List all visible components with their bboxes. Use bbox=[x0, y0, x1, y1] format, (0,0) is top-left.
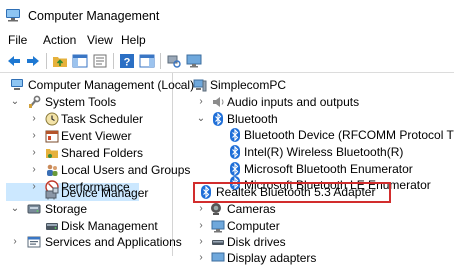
computer-icon bbox=[211, 219, 225, 233]
chevron-right-icon[interactable]: › bbox=[196, 93, 206, 111]
scan-hardware-icon[interactable] bbox=[166, 53, 182, 69]
chevron-right-icon[interactable]: › bbox=[196, 249, 206, 267]
chevron-down-icon[interactable]: ⌄ bbox=[177, 76, 187, 94]
device-category-display-adapters[interactable]: › Display adapters bbox=[173, 249, 454, 267]
clock-icon bbox=[45, 112, 59, 126]
tree-item-services-applications[interactable]: › Services and Applications bbox=[0, 233, 181, 251]
tree-item-label: Event Viewer bbox=[61, 129, 132, 143]
tree-item-local-users[interactable]: › Local Users and Groups bbox=[0, 161, 190, 179]
toolbar-separator bbox=[113, 53, 114, 69]
device-node-computer[interactable]: ⌄ SimplecomPC bbox=[173, 76, 454, 94]
tree-item-label: Shared Folders bbox=[61, 146, 144, 160]
display-adapter-icon bbox=[211, 251, 225, 265]
toolbar-separator bbox=[46, 53, 47, 69]
show-hide-tree-icon[interactable] bbox=[72, 53, 88, 69]
chevron-down-icon[interactable]: ⌄ bbox=[10, 200, 20, 218]
device-item-label: Intel(R) Wireless Bluetooth(R) bbox=[244, 145, 404, 159]
help-icon[interactable]: ? bbox=[119, 53, 135, 69]
services-icon bbox=[27, 235, 41, 249]
chevron-right-icon[interactable]: › bbox=[29, 161, 39, 179]
tree-item-label: Computer Management (Local) bbox=[28, 78, 195, 92]
svg-text:?: ? bbox=[124, 57, 131, 69]
toolbar-separator bbox=[160, 53, 161, 69]
users-icon bbox=[45, 163, 59, 177]
computer-management-icon bbox=[10, 78, 24, 92]
menu-bar: File Action View Help bbox=[0, 30, 454, 50]
tree-item-shared-folders[interactable]: › Shared Folders bbox=[0, 144, 172, 162]
highlight-box bbox=[193, 182, 391, 203]
device-category-label: Audio inputs and outputs bbox=[227, 95, 360, 109]
tree-item-label: Local Users and Groups bbox=[61, 163, 191, 177]
chevron-right-icon[interactable]: › bbox=[29, 127, 39, 145]
device-item-intel-bluetooth[interactable]: Intel(R) Wireless Bluetooth(R) bbox=[173, 143, 454, 161]
disk-management-icon bbox=[45, 219, 59, 233]
tree-item-event-viewer[interactable]: › Event Viewer bbox=[0, 127, 172, 145]
bluetooth-icon bbox=[211, 112, 225, 126]
back-arrow-icon[interactable] bbox=[6, 53, 22, 69]
tools-icon bbox=[27, 95, 41, 109]
menu-action[interactable]: Action bbox=[43, 33, 76, 47]
speaker-icon bbox=[211, 95, 225, 109]
toolbar: ? bbox=[0, 50, 454, 72]
chevron-right-icon[interactable]: › bbox=[29, 110, 39, 128]
monitor-icon[interactable] bbox=[186, 53, 202, 69]
toolbar-divider bbox=[0, 72, 454, 73]
menu-file[interactable]: File bbox=[8, 33, 27, 47]
tree-item-label: Services and Applications bbox=[45, 235, 182, 249]
device-item-rfcomm[interactable]: Bluetooth Device (RFCOMM Protocol TDI) bbox=[173, 126, 454, 144]
tree-item-label: System Tools bbox=[45, 95, 117, 109]
menu-view[interactable]: View bbox=[87, 33, 113, 47]
properties-icon[interactable] bbox=[92, 53, 108, 69]
tree-item-label: Storage bbox=[45, 202, 88, 216]
camera-icon bbox=[209, 202, 223, 216]
device-node-label: SimplecomPC bbox=[210, 78, 287, 92]
chevron-down-icon[interactable]: ⌄ bbox=[10, 93, 20, 111]
device-manager-icon bbox=[45, 186, 59, 200]
device-item-label: Bluetooth Device (RFCOMM Protocol TDI) bbox=[244, 128, 454, 142]
up-folder-icon[interactable] bbox=[52, 53, 68, 69]
tree-item-label: Task Scheduler bbox=[61, 112, 144, 126]
device-category-audio[interactable]: › Audio inputs and outputs bbox=[173, 93, 454, 111]
title-bar: Computer Management bbox=[0, 0, 454, 30]
disk-drive-icon bbox=[211, 235, 225, 249]
chevron-right-icon[interactable]: › bbox=[10, 233, 20, 251]
tree-item-computer-management[interactable]: Computer Management (Local) bbox=[0, 76, 194, 94]
computer-management-app-icon bbox=[5, 8, 21, 22]
menu-help[interactable]: Help bbox=[121, 33, 146, 47]
computer-icon bbox=[193, 78, 207, 92]
tree-item-task-scheduler[interactable]: › Task Scheduler bbox=[0, 110, 172, 128]
shared-folder-icon bbox=[45, 146, 59, 160]
event-viewer-icon bbox=[45, 129, 59, 143]
action-pane-icon[interactable] bbox=[139, 53, 155, 69]
bluetooth-icon bbox=[228, 145, 242, 159]
device-category-label: Display adapters bbox=[227, 251, 317, 265]
chevron-right-icon[interactable]: › bbox=[29, 144, 39, 162]
tree-item-storage[interactable]: ⌄ Storage bbox=[0, 200, 172, 218]
bluetooth-icon bbox=[228, 128, 242, 142]
tree-item-system-tools[interactable]: ⌄ System Tools bbox=[0, 93, 172, 111]
storage-icon bbox=[27, 202, 41, 216]
forward-arrow-icon[interactable] bbox=[25, 53, 41, 69]
window-title: Computer Management bbox=[28, 9, 160, 23]
